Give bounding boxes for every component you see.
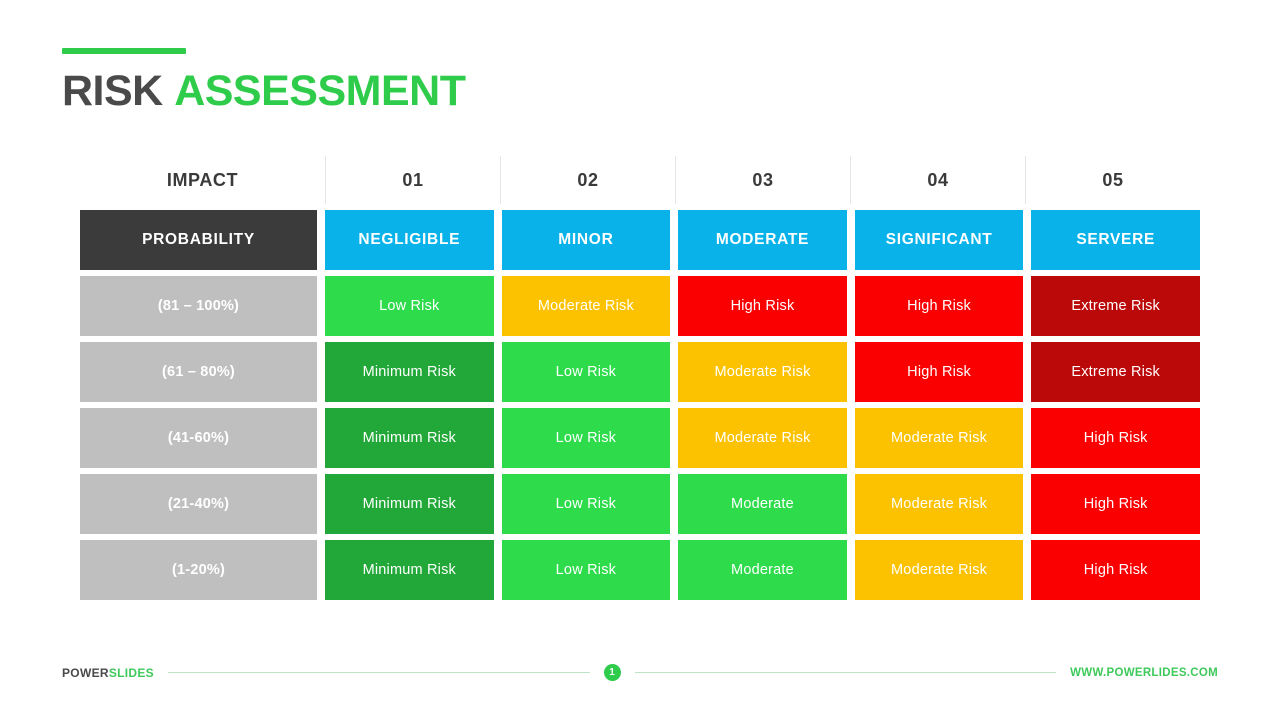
severity-header-row: PROBABILITY NEGLIGIBLE MINOR MODERATE SI… (80, 210, 1200, 270)
risk-cell: Low Risk (501, 474, 671, 534)
accent-bar (62, 48, 186, 54)
risk-cell: Moderate Risk (854, 408, 1024, 468)
page-title: RISK ASSESSMENT (62, 67, 466, 115)
risk-cell: Moderate Risk (854, 474, 1024, 534)
page-title-part1: RISK (62, 67, 163, 115)
impact-number-02: 02 (500, 156, 675, 204)
footer-divider-left (168, 672, 590, 673)
footer-website-url[interactable]: WWW.POWERLIDES.COM (1070, 667, 1218, 679)
risk-matrix: IMPACT 01 02 03 04 05 PROBABILITY NEGLIG… (80, 156, 1200, 600)
title-block: RISK ASSESSMENT (62, 48, 466, 115)
probability-range-label: (81 – 100%) (80, 276, 317, 336)
risk-cell: Low Risk (325, 276, 494, 336)
probability-range-label: (1-20%) (80, 540, 317, 600)
matrix-row: (61 – 80%) Minimum Risk Low Risk Moderat… (80, 342, 1200, 402)
impact-number-05: 05 (1025, 156, 1200, 204)
risk-cell: Moderate Risk (501, 276, 671, 336)
impact-number-01: 01 (325, 156, 500, 204)
risk-cell: Low Risk (501, 342, 671, 402)
risk-cell: Minimum Risk (325, 408, 494, 468)
risk-cell: Extreme Risk (1031, 342, 1200, 402)
risk-cell: High Risk (854, 276, 1024, 336)
risk-cell: High Risk (1031, 408, 1200, 468)
risk-cell: High Risk (1031, 540, 1200, 600)
risk-cell: Low Risk (501, 540, 671, 600)
page-title-part2: ASSESSMENT (174, 67, 466, 115)
risk-cell: Moderate Risk (854, 540, 1024, 600)
risk-cell: High Risk (854, 342, 1024, 402)
footer-divider-right (634, 672, 1057, 673)
risk-cell: Moderate (678, 474, 847, 534)
impact-number-04: 04 (850, 156, 1025, 204)
matrix-row: (21-40%) Minimum Risk Low Risk Moderate … (80, 474, 1200, 534)
risk-cell: Moderate (678, 540, 847, 600)
matrix-row: (81 – 100%) Low Risk Moderate Risk High … (80, 276, 1200, 336)
probability-range-label: (61 – 80%) (80, 342, 317, 402)
impact-header-row: IMPACT 01 02 03 04 05 (80, 156, 1200, 204)
footer-brand-part1: POWER (62, 665, 109, 680)
footer-brand-part2: SLIDES (108, 665, 154, 680)
risk-cell: Extreme Risk (1031, 276, 1200, 336)
risk-cell: Minimum Risk (325, 474, 494, 534)
risk-cell: Minimum Risk (325, 342, 494, 402)
impact-number-03: 03 (675, 156, 850, 204)
matrix-row: (1-20%) Minimum Risk Low Risk Moderate M… (80, 540, 1200, 600)
footer-brand-logo: POWERSLIDES (62, 666, 154, 680)
impact-level-minor: MINOR (501, 210, 671, 270)
impact-level-moderate: MODERATE (678, 210, 847, 270)
risk-cell: High Risk (1031, 474, 1200, 534)
impact-header-label: IMPACT (166, 169, 239, 190)
probability-range-label: (41-60%) (80, 408, 317, 468)
risk-cell: High Risk (678, 276, 847, 336)
probability-header: PROBABILITY (80, 210, 317, 270)
impact-level-significant: SIGNIFICANT (854, 210, 1024, 270)
impact-level-servere: SERVERE (1031, 210, 1200, 270)
risk-cell: Minimum Risk (325, 540, 494, 600)
matrix-row: (41-60%) Minimum Risk Low Risk Moderate … (80, 408, 1200, 468)
risk-cell: Moderate Risk (678, 342, 847, 402)
impact-level-negligible: NEGLIGIBLE (325, 210, 494, 270)
risk-cell: Moderate Risk (678, 408, 847, 468)
page-number-badge: 1 (603, 664, 621, 681)
probability-range-label: (21-40%) (80, 474, 317, 534)
risk-cell: Low Risk (501, 408, 671, 468)
footer: POWERSLIDES 1 WWW.POWERLIDES.COM (62, 664, 1218, 681)
